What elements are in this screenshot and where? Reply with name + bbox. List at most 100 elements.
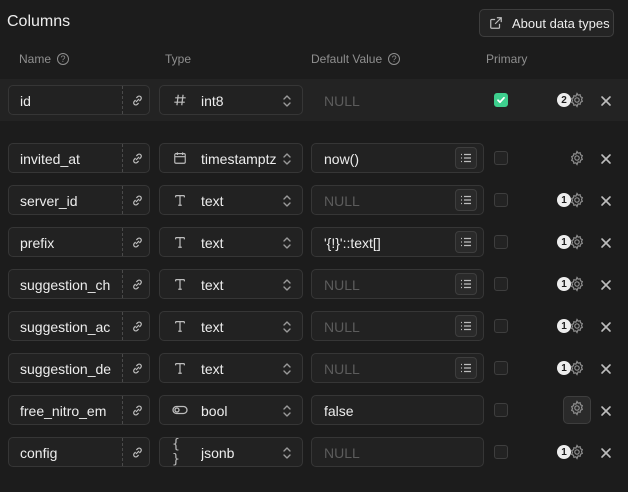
external-link-icon <box>490 17 502 29</box>
column-name-input[interactable]: suggestion_de <box>8 353 150 383</box>
remove-column-icon[interactable] <box>600 320 612 332</box>
column-name-input[interactable]: invited_at <box>8 143 150 173</box>
column-name-input[interactable]: suggestion_ac <box>8 311 150 341</box>
primary-key-checkbox[interactable] <box>494 277 508 291</box>
gear-icon[interactable] <box>569 150 585 166</box>
default-value-input[interactable]: NULL <box>311 353 484 383</box>
column-type-select[interactable]: text <box>159 269 303 299</box>
toggle-icon <box>172 402 188 418</box>
suggestions-list-icon[interactable] <box>455 231 477 253</box>
default-value-text: NULL <box>324 93 360 109</box>
column-name-input[interactable]: free_nitro_em <box>8 395 150 425</box>
default-value-input[interactable]: NULL <box>311 437 484 467</box>
header-name: Name ? <box>19 52 70 66</box>
column-name-value: suggestion_ch <box>20 277 111 293</box>
default-value-input[interactable]: now() <box>311 143 484 173</box>
text-type-icon <box>172 276 188 292</box>
foreign-key-link-icon[interactable] <box>122 144 151 172</box>
column-row: invited_at timestamptz now() <box>0 137 628 179</box>
primary-key-checkbox[interactable] <box>494 403 508 417</box>
column-name-input[interactable]: suggestion_ch <box>8 269 150 299</box>
default-value-input[interactable]: NULL <box>311 85 484 115</box>
gear-icon[interactable] <box>569 444 585 460</box>
default-help-icon[interactable]: ? <box>388 53 401 65</box>
default-value-text: now() <box>324 151 360 167</box>
primary-key-checkbox[interactable] <box>494 445 508 459</box>
foreign-key-link-icon[interactable] <box>122 438 151 466</box>
chevron-updown-icon <box>282 446 292 459</box>
default-value-input[interactable]: NULL <box>311 269 484 299</box>
remove-column-icon[interactable] <box>600 236 612 248</box>
gear-icon[interactable] <box>569 234 585 250</box>
remove-column-icon[interactable] <box>600 278 612 290</box>
text-type-icon <box>172 360 188 376</box>
column-name-value: config <box>20 445 58 461</box>
default-value-input[interactable]: '{!}'::text[] <box>311 227 484 257</box>
column-type-select[interactable]: { } jsonb <box>159 437 303 467</box>
header-primary: Primary <box>486 52 527 66</box>
gear-icon[interactable] <box>569 192 585 208</box>
foreign-key-link-icon[interactable] <box>122 354 151 382</box>
column-type-value: text <box>201 361 224 377</box>
column-name-value: invited_at <box>20 151 80 167</box>
foreign-key-link-icon[interactable] <box>122 228 151 256</box>
suggestions-list-icon[interactable] <box>455 357 477 379</box>
default-value-text: false <box>324 403 354 419</box>
suggestions-list-icon[interactable] <box>455 147 477 169</box>
primary-key-checkbox[interactable] <box>494 151 508 165</box>
suggestions-list-icon[interactable] <box>455 315 477 337</box>
column-row: id int8 NULL 2 <box>0 79 628 121</box>
remove-column-icon[interactable] <box>600 152 612 164</box>
default-value-input[interactable]: NULL <box>311 311 484 341</box>
chevron-updown-icon <box>282 278 292 291</box>
column-type-select[interactable]: bool <box>159 395 303 425</box>
primary-key-checkbox[interactable] <box>494 235 508 249</box>
foreign-key-link-icon[interactable] <box>122 270 151 298</box>
remove-column-icon[interactable] <box>600 94 612 106</box>
primary-key-checkbox[interactable] <box>494 361 508 375</box>
column-type-select[interactable]: timestamptz <box>159 143 303 173</box>
about-data-types-button[interactable]: About data types <box>479 9 614 37</box>
column-name-input[interactable]: id <box>8 85 150 115</box>
primary-key-checkbox[interactable] <box>494 193 508 207</box>
foreign-key-link-icon[interactable] <box>122 186 151 214</box>
column-type-value: jsonb <box>201 445 235 461</box>
primary-key-checkbox[interactable] <box>494 93 508 107</box>
foreign-key-link-icon[interactable] <box>122 86 151 114</box>
column-type-select[interactable]: text <box>159 311 303 341</box>
default-value-input[interactable]: NULL <box>311 185 484 215</box>
primary-key-checkbox[interactable] <box>494 319 508 333</box>
gear-icon[interactable] <box>569 360 585 376</box>
text-type-icon <box>172 234 188 250</box>
name-help-icon[interactable]: ? <box>57 53 70 65</box>
foreign-key-link-icon[interactable] <box>122 396 151 424</box>
column-row: config { } jsonb NULL 1 <box>0 431 628 473</box>
remove-column-icon[interactable] <box>600 194 612 206</box>
gear-icon[interactable] <box>569 318 585 334</box>
column-settings-button[interactable] <box>563 396 591 424</box>
column-name-input[interactable]: prefix <box>8 227 150 257</box>
default-value-input[interactable]: false <box>311 395 484 425</box>
column-type-select[interactable]: text <box>159 227 303 257</box>
header-default-label: Default Value <box>311 52 383 66</box>
remove-column-icon[interactable] <box>600 404 612 416</box>
column-row: free_nitro_em bool false <box>0 389 628 431</box>
chevron-updown-icon <box>282 94 292 107</box>
column-type-select[interactable]: int8 <box>159 85 303 115</box>
remove-column-icon[interactable] <box>600 362 612 374</box>
suggestions-list-icon[interactable] <box>455 273 477 295</box>
suggestions-list-icon[interactable] <box>455 189 477 211</box>
remove-column-icon[interactable] <box>600 446 612 458</box>
column-type-select[interactable]: text <box>159 185 303 215</box>
column-name-input[interactable]: config <box>8 437 150 467</box>
column-type-select[interactable]: text <box>159 353 303 383</box>
column-name-input[interactable]: server_id <box>8 185 150 215</box>
gear-icon[interactable] <box>569 276 585 292</box>
column-name-value: id <box>20 93 31 109</box>
chevron-updown-icon <box>282 236 292 249</box>
header-type: Type <box>165 52 191 66</box>
chevron-updown-icon <box>282 152 292 165</box>
gear-icon[interactable] <box>569 92 585 108</box>
foreign-key-link-icon[interactable] <box>122 312 151 340</box>
column-type-value: text <box>201 277 224 293</box>
